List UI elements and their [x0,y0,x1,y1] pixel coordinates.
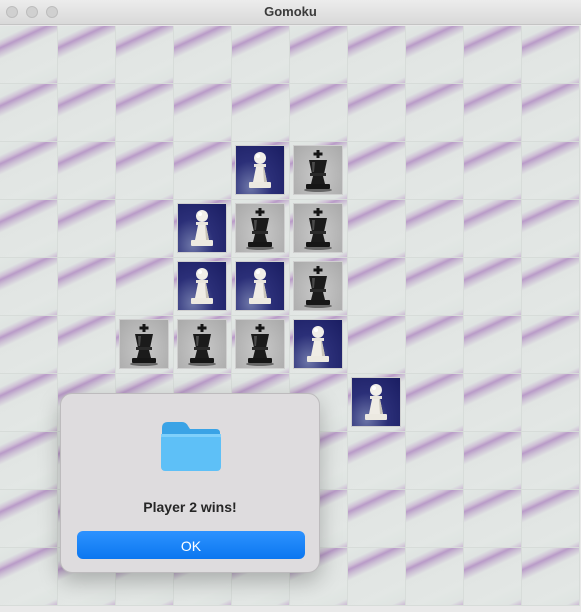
board-cell[interactable] [58,26,116,84]
board-cell[interactable] [522,142,580,200]
board-cell[interactable] [522,258,580,316]
black-king-piece [235,319,285,369]
board-cell[interactable] [348,200,406,258]
white-pawn-piece [177,203,227,253]
board-cell[interactable] [232,142,290,200]
board-cell[interactable] [348,258,406,316]
white-pawn-piece [235,145,285,195]
board-cell[interactable] [58,316,116,374]
board-cell[interactable] [0,374,58,432]
board-cell[interactable] [406,84,464,142]
board-cell[interactable] [522,548,580,606]
board-cell[interactable] [232,26,290,84]
white-pawn-piece [293,319,343,369]
board-cell[interactable] [232,258,290,316]
board-cell[interactable] [464,374,522,432]
board-cell[interactable] [464,142,522,200]
board-cell[interactable] [116,26,174,84]
window-title: Gomoku [264,4,317,19]
board-cell[interactable] [406,200,464,258]
board-cell[interactable] [58,142,116,200]
board-cell[interactable] [522,26,580,84]
board-cell[interactable] [348,490,406,548]
board-cell[interactable] [406,142,464,200]
board-cell[interactable] [0,490,58,548]
board-cell[interactable] [464,26,522,84]
board-cell[interactable] [406,26,464,84]
board-cell[interactable] [290,26,348,84]
board-cell[interactable] [174,200,232,258]
board-cell[interactable] [406,548,464,606]
board-cell[interactable] [0,258,58,316]
board-cell[interactable] [522,490,580,548]
board-cell[interactable] [0,84,58,142]
board-cell[interactable] [522,316,580,374]
board-cell[interactable] [0,142,58,200]
dialog-message: Player 2 wins! [143,499,237,515]
ok-button[interactable]: OK [77,531,305,559]
board-cell[interactable] [232,84,290,142]
board-cell[interactable] [290,84,348,142]
board-cell[interactable] [0,548,58,606]
board-cell[interactable] [464,316,522,374]
board-cell[interactable] [464,432,522,490]
board-cell[interactable] [406,374,464,432]
board-cell[interactable] [406,316,464,374]
board-cell[interactable] [174,316,232,374]
white-pawn-piece [351,377,401,427]
white-pawn-piece [177,261,227,311]
board-cell[interactable] [174,26,232,84]
board-cell[interactable] [116,142,174,200]
board-cell[interactable] [406,432,464,490]
board-cell[interactable] [116,200,174,258]
board-cell[interactable] [464,548,522,606]
black-king-piece [119,319,169,369]
board-cell[interactable] [58,84,116,142]
board-cell[interactable] [348,142,406,200]
win-dialog: Player 2 wins! OK [60,393,320,573]
board-cell[interactable] [464,258,522,316]
black-king-piece [177,319,227,369]
board-cell[interactable] [406,490,464,548]
board-cell[interactable] [348,374,406,432]
board-cell[interactable] [0,316,58,374]
black-king-piece [293,203,343,253]
board-cell[interactable] [116,84,174,142]
board-cell[interactable] [522,432,580,490]
board-cell[interactable] [464,84,522,142]
board-cell[interactable] [348,316,406,374]
board-cell[interactable] [348,84,406,142]
black-king-piece [235,203,285,253]
board-cell[interactable] [0,432,58,490]
board-cell[interactable] [406,258,464,316]
board-cell[interactable] [174,84,232,142]
board-cell[interactable] [522,200,580,258]
black-king-piece [293,261,343,311]
board-cell[interactable] [290,258,348,316]
black-king-piece [293,145,343,195]
board-cell[interactable] [348,548,406,606]
board-cell[interactable] [174,258,232,316]
title-bar: Gomoku [0,0,581,25]
board-cell[interactable] [464,200,522,258]
board-cell[interactable] [116,258,174,316]
white-pawn-piece [235,261,285,311]
board-cell[interactable] [522,84,580,142]
folder-icon [161,422,221,471]
board-cell[interactable] [0,200,58,258]
board-cell[interactable] [348,26,406,84]
board-cell[interactable] [232,200,290,258]
board-cell[interactable] [348,432,406,490]
board-cell[interactable] [174,142,232,200]
board-cell[interactable] [464,490,522,548]
board-cell[interactable] [58,258,116,316]
board-cell[interactable] [522,374,580,432]
board-cell[interactable] [290,200,348,258]
board-cell[interactable] [290,316,348,374]
board-cell[interactable] [116,316,174,374]
board-cell[interactable] [232,316,290,374]
board-cell[interactable] [58,200,116,258]
board-cell[interactable] [290,142,348,200]
board-cell[interactable] [0,26,58,84]
